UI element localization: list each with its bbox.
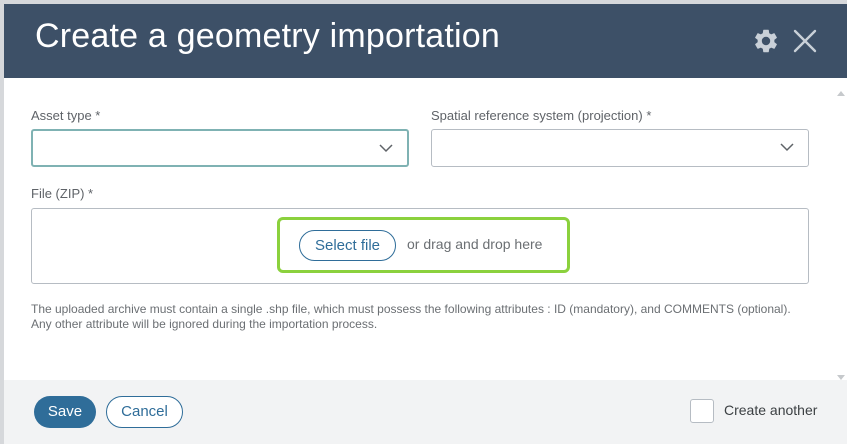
drag-drop-text: or drag and drop here bbox=[407, 236, 543, 252]
save-button[interactable]: Save bbox=[34, 396, 96, 428]
chevron-down-icon bbox=[379, 144, 393, 153]
close-icon[interactable] bbox=[791, 27, 819, 55]
dialog-title: Create a geometry importation bbox=[35, 17, 501, 55]
create-another-label[interactable]: Create another bbox=[724, 402, 817, 418]
gear-icon[interactable] bbox=[752, 27, 780, 55]
select-file-button[interactable]: Select file bbox=[299, 230, 396, 261]
spatial-reference-select[interactable] bbox=[431, 129, 809, 167]
cancel-button[interactable]: Cancel bbox=[106, 396, 183, 428]
file-label: File (ZIP) * bbox=[31, 186, 94, 201]
asset-type-select[interactable] bbox=[31, 129, 409, 167]
scroll-down-arrow-icon[interactable] bbox=[837, 368, 845, 380]
scroll-up-arrow-icon[interactable] bbox=[837, 83, 845, 96]
spatial-reference-label: Spatial reference system (projection) * bbox=[431, 108, 652, 123]
help-text: The uploaded archive must contain a sing… bbox=[31, 302, 791, 331]
chevron-down-icon bbox=[780, 143, 794, 152]
create-another-checkbox[interactable] bbox=[690, 399, 714, 423]
dialog-header: Create a geometry importation bbox=[4, 4, 847, 78]
geometry-import-dialog: Create a geometry importation Asset type… bbox=[4, 4, 847, 444]
asset-type-label: Asset type * bbox=[31, 108, 101, 123]
